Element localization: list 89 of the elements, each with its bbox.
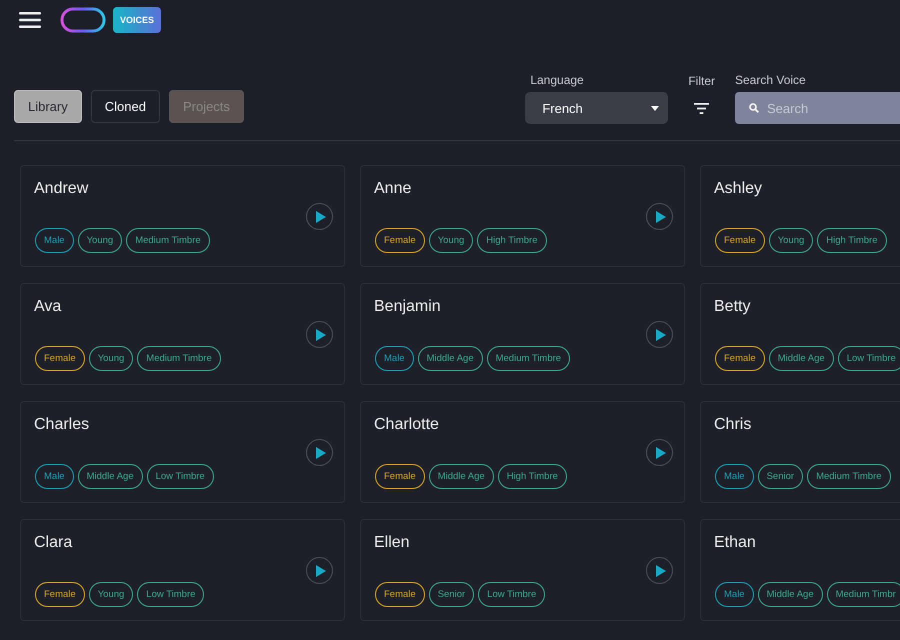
voice-tag: Young (428, 228, 474, 253)
tab[interactable]: Library (14, 90, 82, 123)
voice-tag: Middle Age (428, 464, 494, 489)
search-icon (749, 103, 759, 113)
voice-tag: Young (768, 228, 814, 253)
voice-name: Charlotte (374, 416, 439, 433)
logo-icon (60, 6, 106, 32)
language-dropdown[interactable]: French (525, 92, 668, 124)
language-label: Language (529, 73, 585, 87)
voice-tag: Male (35, 228, 74, 253)
voice-tag: Female (715, 346, 765, 371)
voice-tag: Female (35, 346, 85, 371)
voice-card[interactable]: Ethan Male Middle Age Medium Timbr (700, 519, 900, 621)
voice-tag: Middle Age (758, 582, 823, 607)
filter-icon[interactable] (694, 103, 710, 114)
voice-tag: Medium Timbre (807, 464, 891, 489)
voice-tag: Female (375, 228, 425, 253)
voice-card[interactable]: Charlotte Female Middle Age High Timbre (360, 401, 685, 503)
voice-tag: Low Timbre (137, 582, 204, 607)
voice-tag: Young (78, 228, 122, 253)
voice-card[interactable]: Charles Male Middle Age Low Timbre (20, 401, 345, 503)
play-icon (316, 564, 326, 576)
voice-card[interactable]: Benjamin Male Middle Age Medium Timbre (360, 283, 685, 385)
menu-icon[interactable] (19, 12, 41, 28)
voice-tag: Senior (758, 464, 804, 489)
play-button[interactable] (646, 203, 673, 230)
play-button[interactable] (306, 321, 333, 348)
voice-tag: High Timbre (498, 464, 567, 489)
voice-tag: Medium Timbre (126, 228, 210, 253)
voice-card[interactable]: Betty Female Middle Age Low Timbre (700, 283, 900, 385)
filter-label: Filter (688, 74, 715, 88)
voice-name: Anne (374, 180, 412, 197)
voice-tag: Middle Age (768, 346, 834, 371)
voice-name: Ellen (374, 534, 410, 551)
voice-name: Andrew (34, 180, 88, 197)
voice-name: Chris (714, 416, 752, 433)
play-icon (656, 564, 666, 576)
caret-icon (651, 106, 660, 110)
voices-badge: VOICES (113, 6, 162, 32)
voice-card[interactable]: Ashley Female Young High Timbre (700, 165, 900, 267)
voice-tag: Medium Timbr (826, 582, 900, 607)
voice-tag: Young (88, 582, 134, 607)
play-icon (656, 210, 666, 222)
voice-tag: Low Timbre (478, 582, 546, 607)
voice-card[interactable]: Clara Female Young Low Timbre (20, 519, 345, 621)
voice-tag: Male (35, 464, 74, 489)
play-button[interactable] (306, 439, 333, 466)
voice-tag: Male (715, 464, 754, 489)
voice-tag: High Timbre (477, 228, 547, 253)
voice-tag: Male (715, 582, 754, 607)
voice-tag: Medium Timbre (137, 346, 221, 371)
voice-tag: Middle Age (78, 464, 143, 489)
voice-tag: Medium Timbre (486, 346, 570, 371)
voice-name: Ashley (714, 180, 762, 197)
voice-card[interactable]: Andrew Male Young Medium Timbre (20, 165, 345, 267)
voice-name: Ava (34, 298, 62, 315)
voice-name: Clara (34, 534, 72, 551)
play-button[interactable] (646, 321, 673, 348)
voice-tag: High Timbre (817, 228, 887, 253)
voice-name: Ethan (714, 534, 756, 551)
play-icon (656, 446, 666, 458)
voice-name: Benjamin (374, 298, 441, 315)
search-field[interactable]: Search (735, 92, 900, 124)
play-icon (316, 328, 326, 340)
search-label: Search Voice (735, 73, 807, 87)
voice-tag: Female (715, 228, 765, 253)
play-icon (316, 210, 326, 222)
voice-card[interactable]: Ellen Female Senior Low Timbre (360, 519, 685, 621)
play-button[interactable] (646, 439, 673, 466)
play-icon (316, 446, 326, 458)
play-button[interactable] (306, 557, 333, 584)
play-icon (656, 328, 666, 340)
voice-name: Betty (714, 298, 750, 315)
voice-tag: Female (35, 582, 85, 607)
voice-tag: Senior (428, 582, 474, 607)
play-button[interactable] (306, 203, 333, 230)
voice-tag: Low Timbre (146, 464, 214, 489)
voice-tag: Male (375, 346, 414, 371)
voice-tag: Low Timbre (838, 346, 900, 371)
voice-tag: Middle Age (418, 346, 483, 371)
voice-tag: Young (88, 346, 134, 371)
voice-card[interactable]: Ava Female Young Medium Timbre (20, 283, 345, 385)
tab[interactable]: Cloned (90, 90, 160, 123)
voice-card[interactable]: Anne Female Young High Timbre (360, 165, 685, 267)
voice-tag: Female (375, 582, 425, 607)
play-button[interactable] (646, 557, 673, 584)
voice-name: Charles (34, 416, 90, 433)
voice-card[interactable]: Chris Male Senior Medium Timbre (700, 401, 900, 503)
voice-tag: Female (375, 464, 425, 489)
